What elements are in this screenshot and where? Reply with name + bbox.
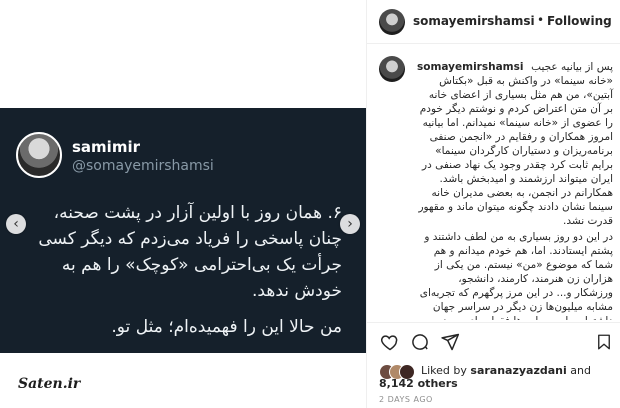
author-username[interactable]: somayemirshamsi bbox=[413, 14, 535, 28]
carousel-prev-icon[interactable]: ‹ bbox=[6, 214, 26, 234]
header-separator: • bbox=[537, 13, 545, 27]
tweet-screenshot: samimir @somayemirshamsi ۶. همان روز با … bbox=[0, 108, 366, 353]
comment-icon[interactable] bbox=[409, 331, 431, 353]
caption-paragraph: somayemirshamsi پس از بیانیه عجیب «خانه … bbox=[417, 60, 613, 228]
likes-text: Liked by saranazyazdani and bbox=[421, 364, 591, 377]
likes-summary: Liked by saranazyazdani and 8,142 others bbox=[379, 362, 619, 390]
tweet-avatar bbox=[16, 132, 62, 178]
tweet-handle: @somayemirshamsi bbox=[72, 158, 214, 174]
following-button[interactable]: Following bbox=[547, 14, 612, 28]
share-icon[interactable] bbox=[439, 331, 461, 353]
bookmark-icon[interactable] bbox=[593, 331, 615, 353]
caption: somayemirshamsi پس از بیانیه عجیب «خانه … bbox=[367, 52, 620, 320]
action-bar bbox=[367, 322, 620, 358]
author-avatar[interactable] bbox=[379, 9, 405, 35]
post-side-panel: somayemirshamsi • Following somayemirsha… bbox=[366, 0, 620, 408]
likes-joiner: and bbox=[570, 364, 591, 377]
likes-count-link[interactable]: 8,142 others bbox=[379, 377, 458, 390]
post-timestamp[interactable]: 2 DAYS AGO bbox=[379, 395, 433, 404]
caption-text: somayemirshamsi پس از بیانیه عجیب «خانه … bbox=[417, 60, 613, 320]
carousel-next-icon[interactable]: › bbox=[340, 214, 360, 234]
tweet-paragraph: من حالا این را فهمیده‌ام؛ مثل تو. bbox=[111, 317, 342, 337]
caption-avatar[interactable] bbox=[379, 56, 405, 82]
post-image[interactable]: samimir @somayemirshamsi ۶. همان روز با … bbox=[0, 0, 366, 408]
likes-prefix: Liked by bbox=[421, 364, 467, 377]
tweet-display-name: samimir bbox=[72, 138, 140, 156]
watermark: Saten.ir bbox=[18, 376, 81, 392]
post-header: somayemirshamsi • Following bbox=[367, 0, 620, 44]
caption-paragraph: در این دو روز بسیاری به من لطف داشتند و … bbox=[417, 231, 613, 320]
caption-username[interactable]: somayemirshamsi bbox=[417, 60, 523, 74]
tweet-text: ۶. همان روز با اولین آزار در پشت صحنه، چ… bbox=[22, 200, 342, 350]
caption-body: پس از بیانیه عجیب «خانه سینما» در واکنش … bbox=[418, 61, 613, 227]
heart-icon[interactable] bbox=[379, 331, 401, 353]
tweet-paragraph: ۶. همان روز با اولین آزار در پشت صحنه، چ… bbox=[38, 203, 342, 301]
liker-username-link[interactable]: saranazyazdani bbox=[470, 364, 566, 377]
